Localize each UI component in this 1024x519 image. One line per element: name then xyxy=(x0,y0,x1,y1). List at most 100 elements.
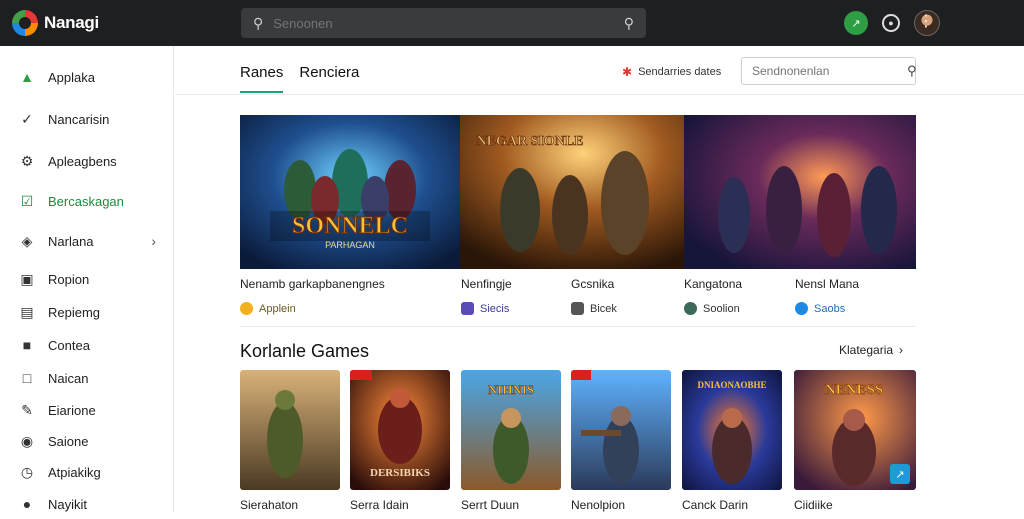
app-icon: ▲ xyxy=(20,69,34,85)
game-title[interactable]: Sierahaton xyxy=(240,498,298,512)
featured-title[interactable]: Kangatona xyxy=(684,277,742,291)
game-cover-text: NIHNIS xyxy=(488,382,534,397)
game-tile[interactable]: DERSIBIKS xyxy=(350,370,450,490)
game-title[interactable]: Canck Darin xyxy=(682,498,748,512)
app-logo[interactable]: Nanagi xyxy=(12,10,99,36)
featured-banner-text: SONNELC xyxy=(292,213,408,239)
gear-icon: ⚙ xyxy=(20,152,34,169)
search-submit-icon[interactable]: ⚲ xyxy=(624,15,634,32)
game-cover-text: DNIAONAOBHE xyxy=(697,380,766,390)
game-cover: NIHNIS xyxy=(461,370,561,490)
game-title[interactable]: Serrt Duun xyxy=(461,498,519,512)
sidebar-item[interactable]: □ Naican xyxy=(0,363,174,393)
main-content: Ranes Renciera ✱ Sendarries dates ⚲ SONN… xyxy=(175,46,1024,512)
featured-meta-label: Applein xyxy=(259,302,296,315)
game-tile[interactable] xyxy=(240,370,340,490)
sidebar-item-label: Ropion xyxy=(48,271,90,287)
tab-renciera[interactable]: Renciera xyxy=(299,64,359,93)
sort-link[interactable]: ✱ Sendarries dates xyxy=(622,65,721,79)
featured-title[interactable]: Nensl Mana xyxy=(795,277,859,291)
global-search-input[interactable] xyxy=(273,15,624,31)
content-search-input[interactable] xyxy=(752,64,907,78)
game-title[interactable]: Nenolpion xyxy=(571,498,625,512)
globe-icon xyxy=(684,302,697,315)
sidebar-item-label: Repiemg xyxy=(48,304,101,320)
top-bar: Nanagi ⚲ ⚲ ↗ ● ⋮ xyxy=(0,0,1024,46)
sidebar-item[interactable]: ▲ Applaka xyxy=(0,62,174,92)
clock-icon: ◷ xyxy=(20,463,34,480)
sidebar-item[interactable]: ▤ Repiemg xyxy=(0,297,174,327)
game-tile[interactable]: NIHNIS xyxy=(461,370,561,490)
featured-card[interactable]: NEGAR SIONLE xyxy=(460,115,684,269)
game-tile[interactable]: DNIAONAOBHE xyxy=(682,370,782,490)
header-divider xyxy=(175,94,1024,95)
timer-icon[interactable]: ● xyxy=(882,14,900,32)
sidebar-item-label: Apleagbens xyxy=(48,153,117,169)
grid-icon xyxy=(571,302,584,315)
featured-title[interactable]: Gcsnika xyxy=(571,277,614,291)
featured-meta: Applein xyxy=(240,302,296,315)
game-cover xyxy=(571,370,671,490)
search-icon[interactable]: ⚲ xyxy=(907,63,917,79)
game-tile[interactable] xyxy=(571,370,671,490)
game-cover: DERSIBIKS xyxy=(350,370,450,490)
sidebar-item[interactable]: ✎ Eiarione xyxy=(0,395,174,425)
sidebar-item-label: Applaka xyxy=(48,69,95,85)
check-icon: ✓ xyxy=(21,110,33,127)
list-icon xyxy=(461,302,474,315)
checkbox-icon: ☑ xyxy=(20,192,34,209)
section-divider xyxy=(240,326,916,327)
featured-card[interactable]: SONNELC PARHAGAN xyxy=(240,115,460,269)
sidebar-item[interactable]: ▣ Ropion xyxy=(0,264,174,294)
sidebar-item[interactable]: ■ Contea xyxy=(0,330,174,360)
featured-banner-text: NEGAR SIONLE xyxy=(477,134,584,149)
featured-banner-sub: PARHAGAN xyxy=(325,240,375,250)
chevron-right-icon: › xyxy=(899,343,904,357)
bird-icon xyxy=(795,302,808,315)
window-icon: ▣ xyxy=(20,270,34,287)
featured-meta: Soolion xyxy=(684,302,740,315)
brand-name: Nanagi xyxy=(44,13,99,32)
featured-meta: Siecis xyxy=(461,302,509,315)
logo-icon xyxy=(12,10,38,36)
user-icon: ● xyxy=(22,496,32,512)
sidebar-item[interactable]: ⚙ Apleagbens xyxy=(0,146,174,176)
tab-ranes[interactable]: Ranes xyxy=(240,64,284,93)
tab-bar: Ranes Renciera xyxy=(240,64,359,93)
featured-art: SONNELC PARHAGAN xyxy=(240,115,460,269)
download-icon[interactable]: ↗ xyxy=(844,11,868,35)
featured-title[interactable]: Nenfingje xyxy=(461,277,512,291)
featured-meta: Bicek xyxy=(571,302,617,315)
featured-meta-label: Siecis xyxy=(480,302,510,315)
pencil-icon: ✎ xyxy=(21,401,33,418)
game-title[interactable]: Serra Idain xyxy=(350,498,409,512)
sidebar-item[interactable]: ● Nayikit xyxy=(0,489,174,519)
section-title: Korlanle Games xyxy=(240,341,370,361)
sidebar-item[interactable]: ◈ Narlana › xyxy=(0,226,174,256)
sidebar-item-label: Eiarione xyxy=(48,402,96,418)
game-cover: NENESS ↗ xyxy=(794,370,916,490)
featured-title[interactable]: Nenamb garkapbanengnes xyxy=(240,277,385,291)
section-link[interactable]: Klategaria › xyxy=(839,343,903,357)
game-cover-text: DERSIBIKS xyxy=(370,467,430,479)
game-cover-text: NENESS xyxy=(825,382,883,398)
sidebar-item-label: Naican xyxy=(48,370,89,386)
game-tile[interactable]: NENESS ↗ xyxy=(794,370,916,490)
sidebar-item[interactable]: ☑ Bercaskagan xyxy=(0,186,174,216)
more-menu-icon[interactable]: ⋮ xyxy=(918,14,934,30)
featured-card[interactable] xyxy=(684,115,916,269)
game-title[interactable]: Ciidiike xyxy=(794,498,833,512)
sidebar-item-label: Contea xyxy=(48,337,90,353)
sidebar-item[interactable]: ◷ Atpiakikg xyxy=(0,457,174,487)
square-icon: ■ xyxy=(22,337,32,353)
sidebar-item[interactable]: ◉ Saione xyxy=(0,426,174,456)
content-search[interactable]: ⚲ xyxy=(741,57,917,85)
global-search[interactable]: ⚲ ⚲ xyxy=(241,8,646,38)
square-outline-icon: □ xyxy=(22,370,32,386)
sort-label: Sendarries dates xyxy=(638,66,722,78)
sidebar-item-label: Nancarisin xyxy=(48,111,110,127)
section-link-label: Klategaria xyxy=(839,343,894,357)
featured-art: NEGAR SIONLE xyxy=(460,115,684,269)
doc-icon: ▤ xyxy=(20,303,34,320)
sidebar-item[interactable]: ✓ Nancarisin xyxy=(0,104,174,134)
